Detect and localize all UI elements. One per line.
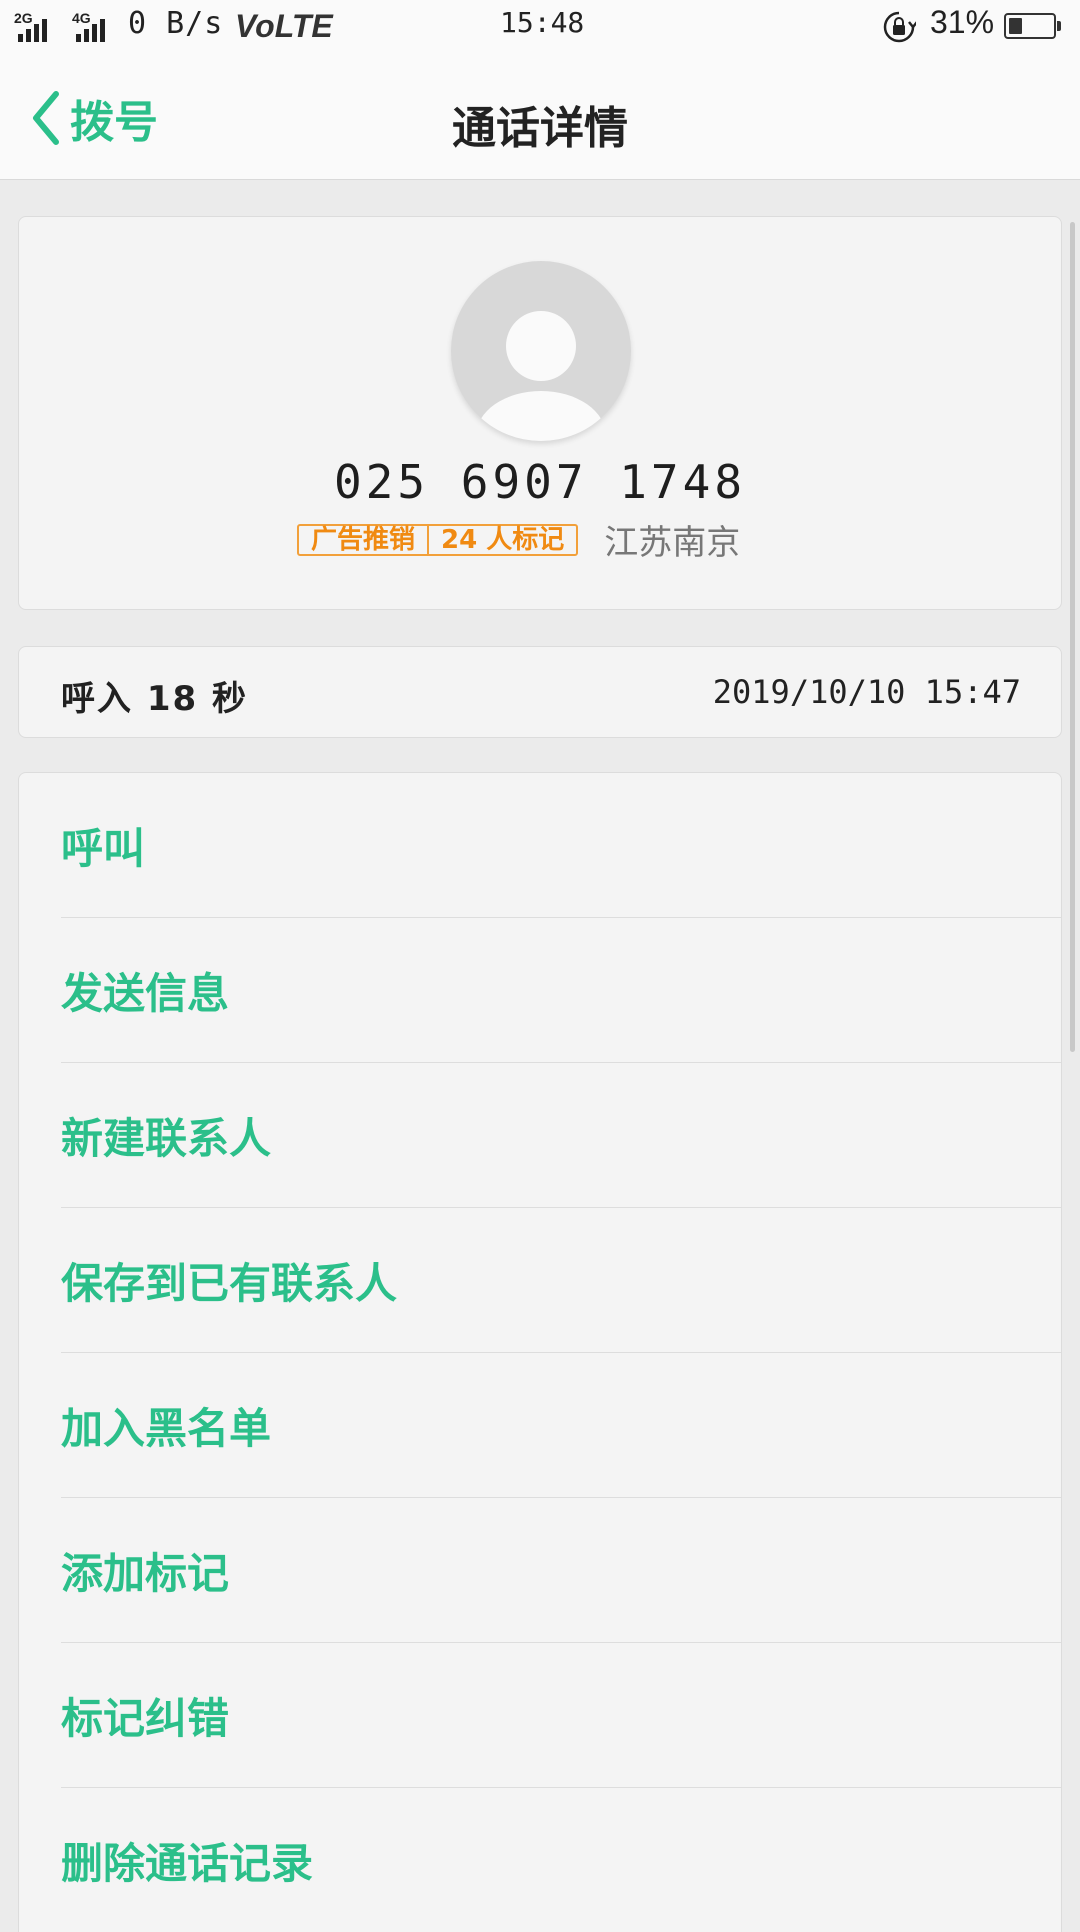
delete-call-log-button[interactable]: 删除通话记录	[61, 1788, 1061, 1932]
new-contact-button[interactable]: 新建联系人	[61, 1063, 1061, 1208]
tag-category: 广告推销	[311, 524, 416, 555]
clock: 15:48	[500, 6, 585, 39]
battery-percentage: 31%	[930, 4, 995, 40]
rotation-lock-icon	[882, 10, 918, 44]
signal-icon-sim2: 4G	[72, 10, 118, 42]
number-location: 江苏南京	[604, 523, 741, 563]
tag-row: 广告推销 24 人标记 江苏南京	[297, 515, 740, 564]
call-datetime: 2019/10/10 15:47	[712, 673, 1021, 711]
phone-number: 025 6907 1748	[333, 455, 747, 509]
correct-mark-button[interactable]: 标记纠错	[61, 1643, 1061, 1788]
battery-icon	[1004, 13, 1061, 39]
tag-count: 24 人标记	[427, 525, 576, 554]
call-button[interactable]: 呼叫	[61, 773, 1061, 918]
call-type-duration: 呼入 18 秒	[61, 679, 248, 719]
volte-indicator: VoLTE	[235, 8, 333, 44]
network-speed: 0 B/s	[128, 6, 224, 41]
call-record-card: 呼入 18 秒 2019/10/10 15:47	[18, 646, 1062, 738]
add-mark-button[interactable]: 添加标记	[61, 1498, 1061, 1643]
title-bar: 拨号 通话详情	[0, 58, 1080, 180]
page-title: 通话详情	[452, 103, 628, 154]
add-to-blacklist-button[interactable]: 加入黑名单	[61, 1353, 1061, 1498]
mark-tag: 广告推销 24 人标记	[297, 523, 579, 556]
signal-icon-sim1: 2G	[14, 10, 60, 42]
status-bar: 2G 4G 0 B/s VoLTE 15:48 31%	[0, 0, 1080, 58]
scrollbar[interactable]	[1070, 222, 1075, 1052]
action-list: 呼叫 发送信息 新建联系人 保存到已有联系人 加入黑名单 添加标记 标记纠错 删…	[19, 773, 1061, 1932]
save-to-existing-contact-button[interactable]: 保存到已有联系人	[61, 1208, 1061, 1353]
avatar	[451, 261, 631, 441]
actions-card: 呼叫 发送信息 新建联系人 保存到已有联系人 加入黑名单 添加标记 标记纠错 删…	[18, 772, 1062, 1932]
send-message-button[interactable]: 发送信息	[61, 918, 1061, 1063]
contact-card: 025 6907 1748 广告推销 24 人标记 江苏南京	[18, 216, 1062, 610]
